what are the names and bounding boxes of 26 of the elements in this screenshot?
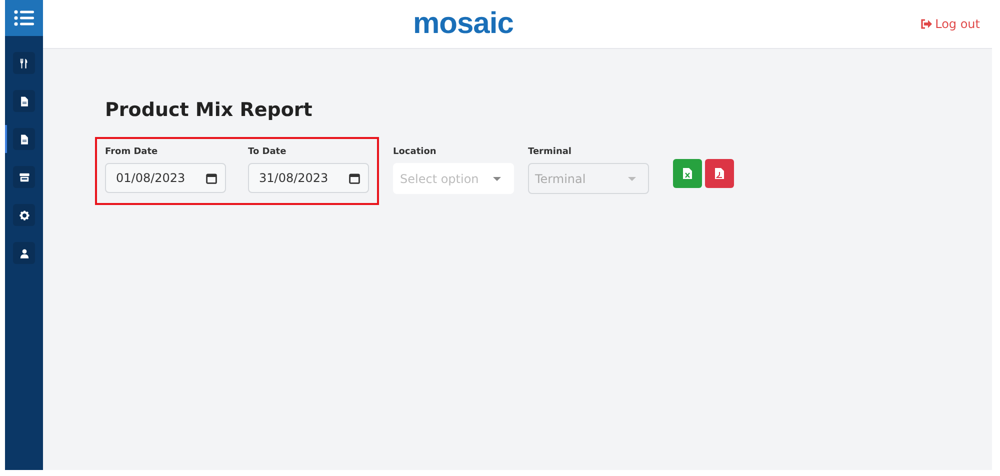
calendar-icon xyxy=(206,172,217,184)
excel-file-icon xyxy=(683,168,692,179)
menu-button[interactable] xyxy=(5,0,43,36)
calendar-icon xyxy=(349,172,360,184)
field-label: To Date xyxy=(248,147,288,157)
excel-export-button[interactable] xyxy=(673,159,702,188)
field-label: From Date xyxy=(105,147,159,157)
document-icon xyxy=(18,96,30,106)
store-icon xyxy=(18,172,30,182)
caret-icon xyxy=(628,176,636,180)
fork-knife-icon xyxy=(18,58,30,68)
menu-icon xyxy=(14,10,34,26)
field-label: Location xyxy=(393,147,438,157)
document-icon xyxy=(18,134,30,144)
logout-link[interactable]: Log out xyxy=(920,17,980,31)
field-label: Terminal xyxy=(528,147,573,157)
date-field[interactable]: 01/08/2023 xyxy=(105,163,226,193)
caret-icon xyxy=(493,176,501,180)
user-icon xyxy=(18,248,30,258)
date-field[interactable]: 31/08/2023 xyxy=(248,163,369,193)
logo: mosaic xyxy=(413,7,514,41)
logout-icon xyxy=(920,19,932,29)
pdf-export-button[interactable] xyxy=(705,159,734,188)
page-title: Product Mix Report xyxy=(105,99,314,121)
pdf-file-icon xyxy=(715,168,724,179)
settings-icon xyxy=(18,210,30,220)
